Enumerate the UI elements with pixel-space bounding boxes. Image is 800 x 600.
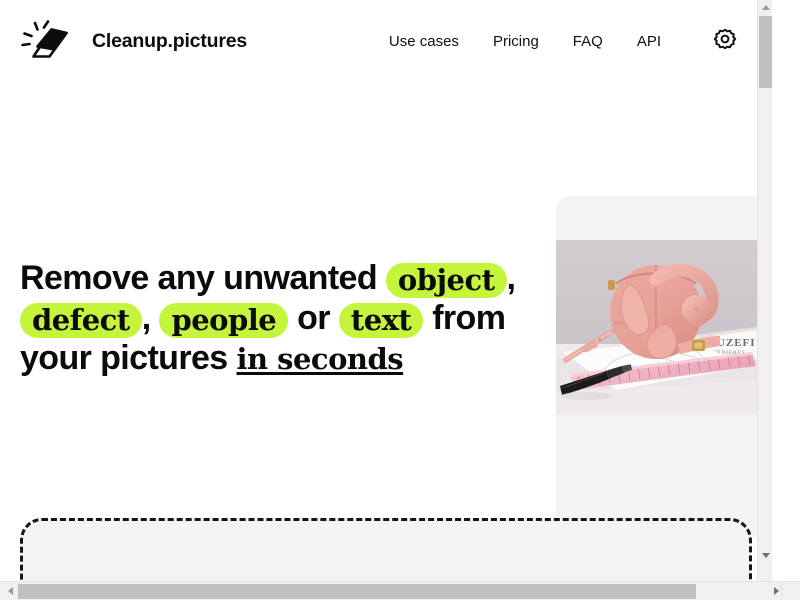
settings-button[interactable] [712,28,738,54]
headline-highlight-object: object [385,263,507,298]
scroll-up-button[interactable] [758,0,772,14]
image-dropzone[interactable] [20,518,752,581]
brand-name: Cleanup.pictures [92,29,247,52]
site-header: Cleanup.pictures Use cases Pricing FAQ A… [0,0,772,82]
nav-pricing[interactable]: Pricing [476,27,556,56]
headline-highlight-people: people [159,303,289,338]
main-nav: Use cases Pricing FAQ API [372,27,772,56]
scroll-left-button[interactable] [2,582,18,600]
svg-text:yuzefi: yuzefi [614,320,625,325]
headline-comma-2: , [141,299,151,337]
hero-media-card: YUZEFI DERNIERES yuzefi [556,196,764,538]
triangle-right-icon [773,587,779,595]
horizontal-scrollbar[interactable] [0,581,800,600]
browser-viewport: Cleanup.pictures Use cases Pricing FAQ A… [0,0,772,581]
headline-part-1: Remove any unwanted [20,259,386,297]
horizontal-scrollbar-thumb[interactable] [18,584,696,599]
nav-api[interactable]: API [620,27,678,56]
nav-faq[interactable]: FAQ [556,27,620,56]
triangle-up-icon [761,4,770,10]
headline-highlight-text: text [338,303,424,338]
nav-use-cases[interactable]: Use cases [372,27,476,56]
scrollbar-corner [781,581,800,600]
hero-photo: YUZEFI DERNIERES yuzefi [556,240,764,415]
page-content: Cleanup.pictures Use cases Pricing FAQ A… [0,0,772,581]
hero-section: Remove any unwanted object, defect, peop… [0,82,772,538]
headline-part-2: from [432,299,506,337]
triangle-left-icon [7,587,13,595]
brand-logo-link[interactable]: Cleanup.pictures [18,20,247,62]
vertical-scrollbar-thumb[interactable] [759,16,772,88]
gear-icon [713,28,737,55]
page-title: Remove any unwanted object, defect, peop… [20,258,520,379]
eraser-sparkle-icon [18,20,74,62]
headline-underlined-seconds: in seconds [236,342,404,376]
headline-highlight-defect: defect [20,303,142,338]
vertical-scrollbar[interactable] [757,0,772,581]
headline-part-3: your pictures [20,339,228,377]
headline-comma-1: , [506,259,516,297]
headline-conjunction: or [297,299,330,337]
triangle-down-icon [761,552,770,558]
scroll-down-button[interactable] [758,548,772,562]
